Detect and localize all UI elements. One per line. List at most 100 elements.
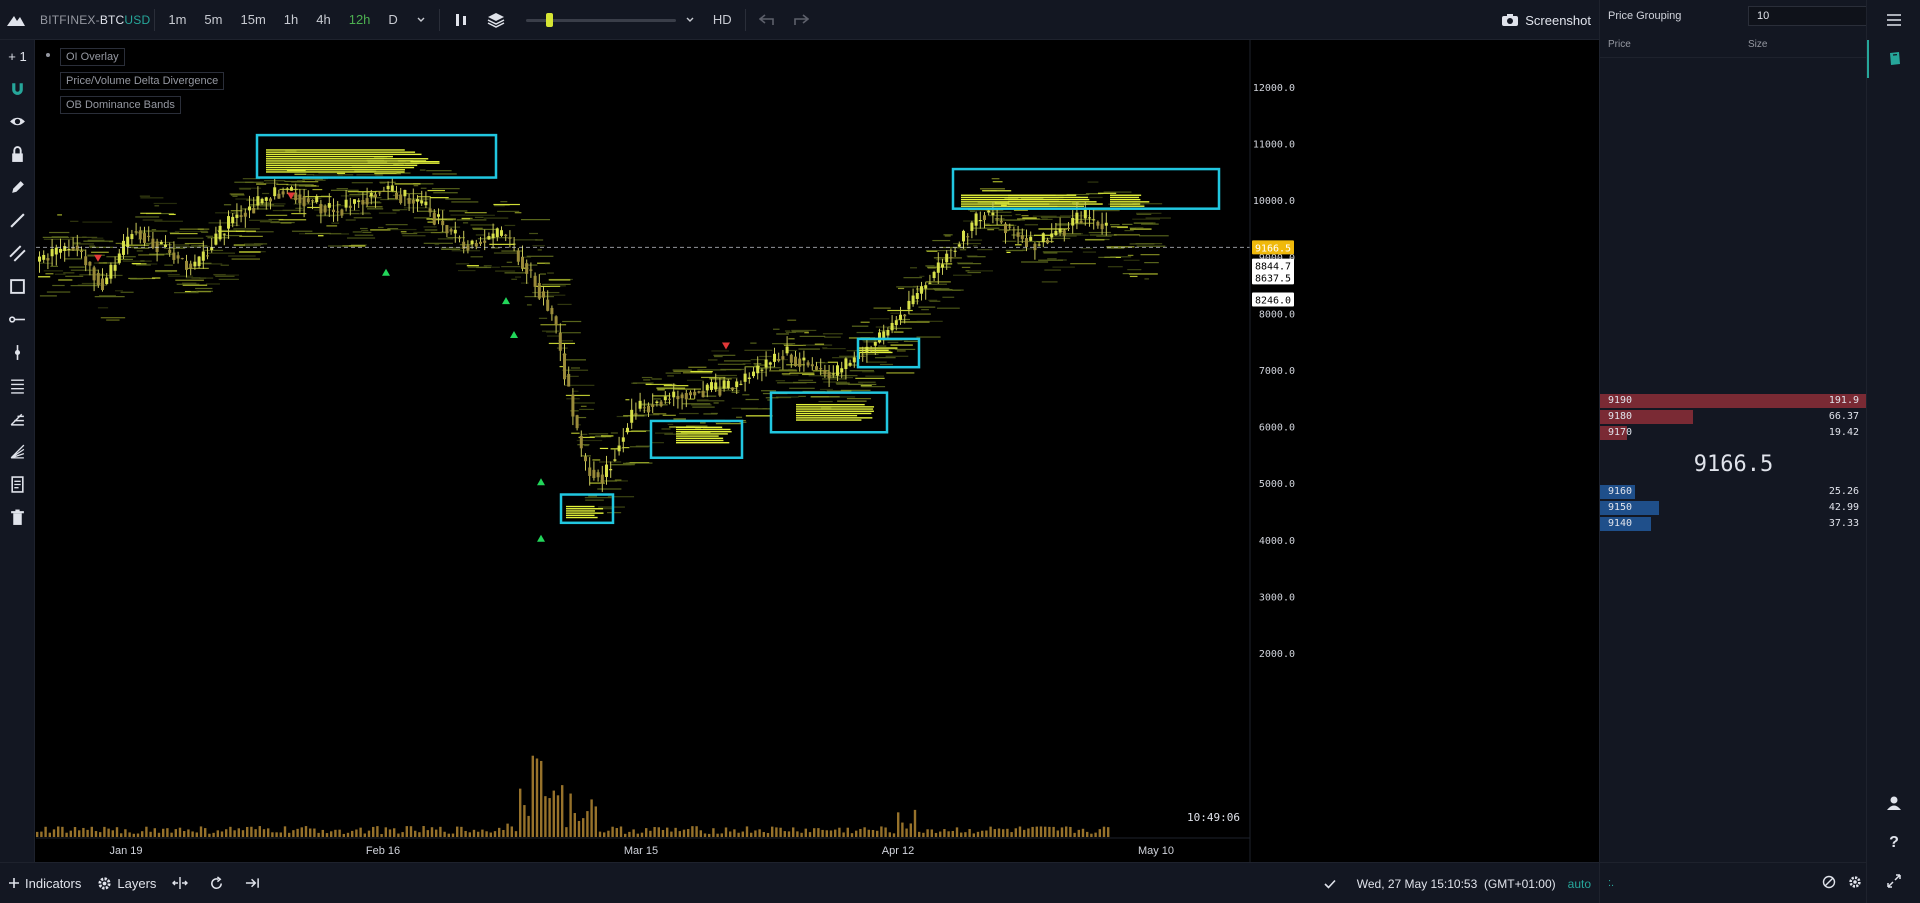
liquidity-level <box>94 296 125 298</box>
candle-body <box>1050 233 1054 238</box>
timeframe-dropdown[interactable] <box>407 0 435 40</box>
liquidity-level <box>598 506 625 508</box>
timeframe-4h[interactable]: 4h <box>307 0 339 40</box>
volume-bar <box>115 827 119 837</box>
screenshot-button[interactable]: Screenshot <box>1493 0 1599 40</box>
liquidity-level <box>1122 273 1130 275</box>
trend-line-tool[interactable] <box>0 204 35 237</box>
heatmap-intensity-slider[interactable] <box>525 0 676 40</box>
candle-body <box>92 267 96 281</box>
timeframe-12h[interactable]: 12h <box>340 0 380 40</box>
visibility-tool[interactable] <box>0 105 35 138</box>
reset-chart-button[interactable] <box>201 863 237 903</box>
volume-bar <box>876 830 879 837</box>
volume-bar <box>451 833 455 837</box>
layers-button[interactable]: Layers <box>89 863 164 903</box>
indicators-button[interactable]: Indicators <box>0 863 89 903</box>
liquidity-level <box>713 402 719 404</box>
vertical-line-tool[interactable] <box>0 336 35 369</box>
ask-row[interactable]: 9170 19.42 <box>1600 425 1867 441</box>
liquidity-level <box>776 396 792 399</box>
liquidity-level <box>427 189 445 192</box>
menu-button[interactable] <box>1867 0 1920 40</box>
datetime-display[interactable]: Wed, 27 May 15:10:53 (GMT+01:00) <box>1349 863 1560 903</box>
liquidity-level <box>1080 247 1093 250</box>
candle-body <box>1096 221 1100 226</box>
candle-body <box>164 244 167 247</box>
account-button[interactable] <box>1867 784 1920 822</box>
volume-bar <box>808 832 812 837</box>
app-logo[interactable] <box>0 0 32 40</box>
liquidity-level <box>353 217 373 219</box>
liquidity-level <box>493 252 520 254</box>
bid-row[interactable]: 9150 42.99 <box>1600 500 1867 516</box>
chart-canvas[interactable]: 12000.011000.010000.09000.08000.07000.06… <box>36 40 1599 862</box>
liquidity-level <box>52 284 65 287</box>
liquidity-level <box>231 258 260 260</box>
undo-button[interactable] <box>750 0 784 40</box>
timeframe-5m[interactable]: 5m <box>195 0 231 40</box>
liquidity-level <box>191 277 214 279</box>
slider-dropdown[interactable] <box>676 0 704 40</box>
orderbook-settings-button[interactable] <box>1848 875 1862 894</box>
liquidity-level <box>511 278 518 280</box>
legend-item-delta-divergence[interactable]: Price/Volume Delta Divergence <box>60 72 225 90</box>
rectangle-tool[interactable] <box>0 270 35 303</box>
scroll-to-end-button[interactable] <box>237 863 273 903</box>
legend-collapse-dot[interactable] <box>46 53 50 57</box>
chart-type-button[interactable] <box>444 0 478 40</box>
volume-bar <box>611 826 614 837</box>
legend-item-ob-dominance[interactable]: OB Dominance Bands <box>60 96 181 114</box>
liquidity-level <box>420 187 427 189</box>
help-button[interactable]: ? <box>1867 824 1920 862</box>
notes-tool[interactable] <box>0 468 35 501</box>
add-drawing-button[interactable]: + 1 <box>0 40 35 72</box>
timeframe-1m[interactable]: 1m <box>159 0 195 40</box>
hd-toggle[interactable]: HD <box>704 0 741 40</box>
ask-row[interactable]: 9190 191.9 <box>1600 393 1867 409</box>
ask-price: 9180 <box>1608 411 1633 422</box>
magnet-tool[interactable] <box>0 72 35 105</box>
timeframe-1h[interactable]: 1h <box>275 0 307 40</box>
liquidity-level <box>598 461 622 463</box>
bid-row[interactable]: 9140 37.33 <box>1600 516 1867 532</box>
expand-horizontal-icon <box>172 877 189 889</box>
liquidity-level <box>787 319 797 321</box>
brush-tool[interactable] <box>0 171 35 204</box>
chart-area[interactable]: 12000.0 11000.0 10000.0 9000.0 8000.0 7000.0 6… <box>36 40 1599 862</box>
candle-body <box>739 383 743 385</box>
volume-bar <box>603 832 606 837</box>
candle-body <box>924 285 928 289</box>
block-button[interactable] <box>1822 875 1836 894</box>
ask-row[interactable]: 9180 66.37 <box>1600 409 1867 425</box>
timeframe-15m[interactable]: 15m <box>231 0 274 40</box>
bid-row[interactable]: 9160 25.26 <box>1600 484 1867 500</box>
fib-retracement-tool[interactable] <box>0 369 35 402</box>
delete-drawings-tool[interactable] <box>0 501 35 534</box>
auto-scale-toggle[interactable]: auto <box>1560 863 1599 903</box>
fib-fan-tool[interactable] <box>0 435 35 468</box>
legend-item-oi-overlay[interactable]: OI Overlay <box>60 48 125 66</box>
volume-bar <box>922 832 925 837</box>
lock-tool[interactable] <box>0 138 35 171</box>
fib-extension-tool[interactable] <box>0 402 35 435</box>
layers-toggle-button[interactable] <box>478 0 514 40</box>
timeframe-d[interactable]: D <box>379 0 406 40</box>
symbol-selector[interactable]: BITFINEX- BTC USD <box>32 13 150 27</box>
redo-button[interactable] <box>784 0 818 40</box>
fullscreen-button[interactable] <box>1867 862 1920 900</box>
volume-bar <box>439 826 442 837</box>
liquidity-level <box>318 205 347 207</box>
horizontal-ray-tool[interactable] <box>0 303 35 336</box>
orderbook-tab[interactable] <box>1867 40 1920 78</box>
liquidity-level <box>203 249 224 252</box>
volume-bar <box>153 828 156 837</box>
parallel-channel-tool[interactable] <box>0 237 35 270</box>
fit-width-button[interactable] <box>164 863 201 903</box>
volume-bar <box>132 833 135 837</box>
liquidity-level <box>1014 244 1022 246</box>
slider-handle[interactable] <box>545 12 553 27</box>
price-grouping-input[interactable] <box>1748 6 1868 26</box>
volume-bar <box>884 827 887 837</box>
liquidity-level <box>506 261 513 263</box>
